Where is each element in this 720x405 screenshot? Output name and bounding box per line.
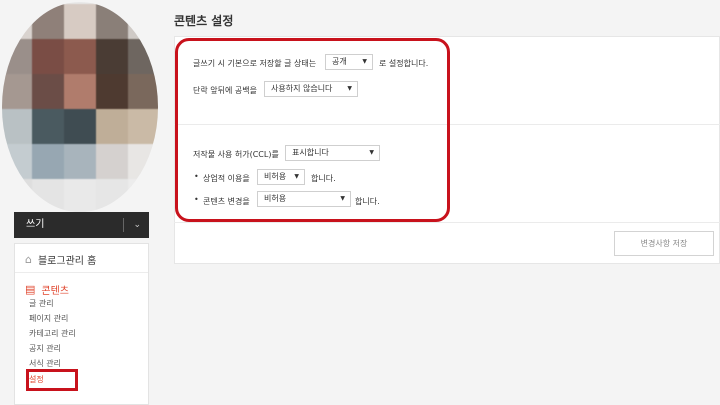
sidebar-item-templates[interactable]: 서식 관리 [29,358,61,369]
write-bar-divider [123,218,124,232]
sidebar-item-notices[interactable]: 공지 관리 [29,343,61,354]
sidebar-item-posts[interactable]: 글 관리 [29,298,54,309]
sidebar-item-categories[interactable]: 카테고리 관리 [29,328,76,339]
write-button[interactable]: 쓰기 ⌄ [14,212,149,238]
settings-highlight-box [175,38,450,222]
sidebar-item-label: 블로그관리 홈 [37,256,97,267]
settings-highlight-box [26,369,78,391]
write-button-label: 쓰기 [26,219,45,230]
divider [15,272,148,273]
save-changes-button[interactable]: 변경사항 저장 [614,231,714,256]
avatar [2,2,158,212]
blurred-profile-image [2,4,158,212]
home-icon: ⌂ [25,253,32,266]
sidebar-section-content[interactable]: ▤ 콘텐츠 [25,282,69,297]
document-icon: ▤ [25,283,36,296]
sidebar-item-pages[interactable]: 페이지 관리 [29,313,68,324]
chevron-down-icon[interactable]: ⌄ [133,212,141,238]
sidebar-section-label: 콘텐츠 [41,286,70,297]
page-title: 콘텐츠 설정 [174,14,234,28]
sidebar-item-home[interactable]: ⌂ 블로그관리 홈 [25,252,96,267]
section-divider [174,222,720,223]
sidebar: 쓰기 ⌄ ⌂ 블로그관리 홈 ▤ 콘텐츠 글 관리 페이지 관리 카테고리 관리… [0,0,160,405]
